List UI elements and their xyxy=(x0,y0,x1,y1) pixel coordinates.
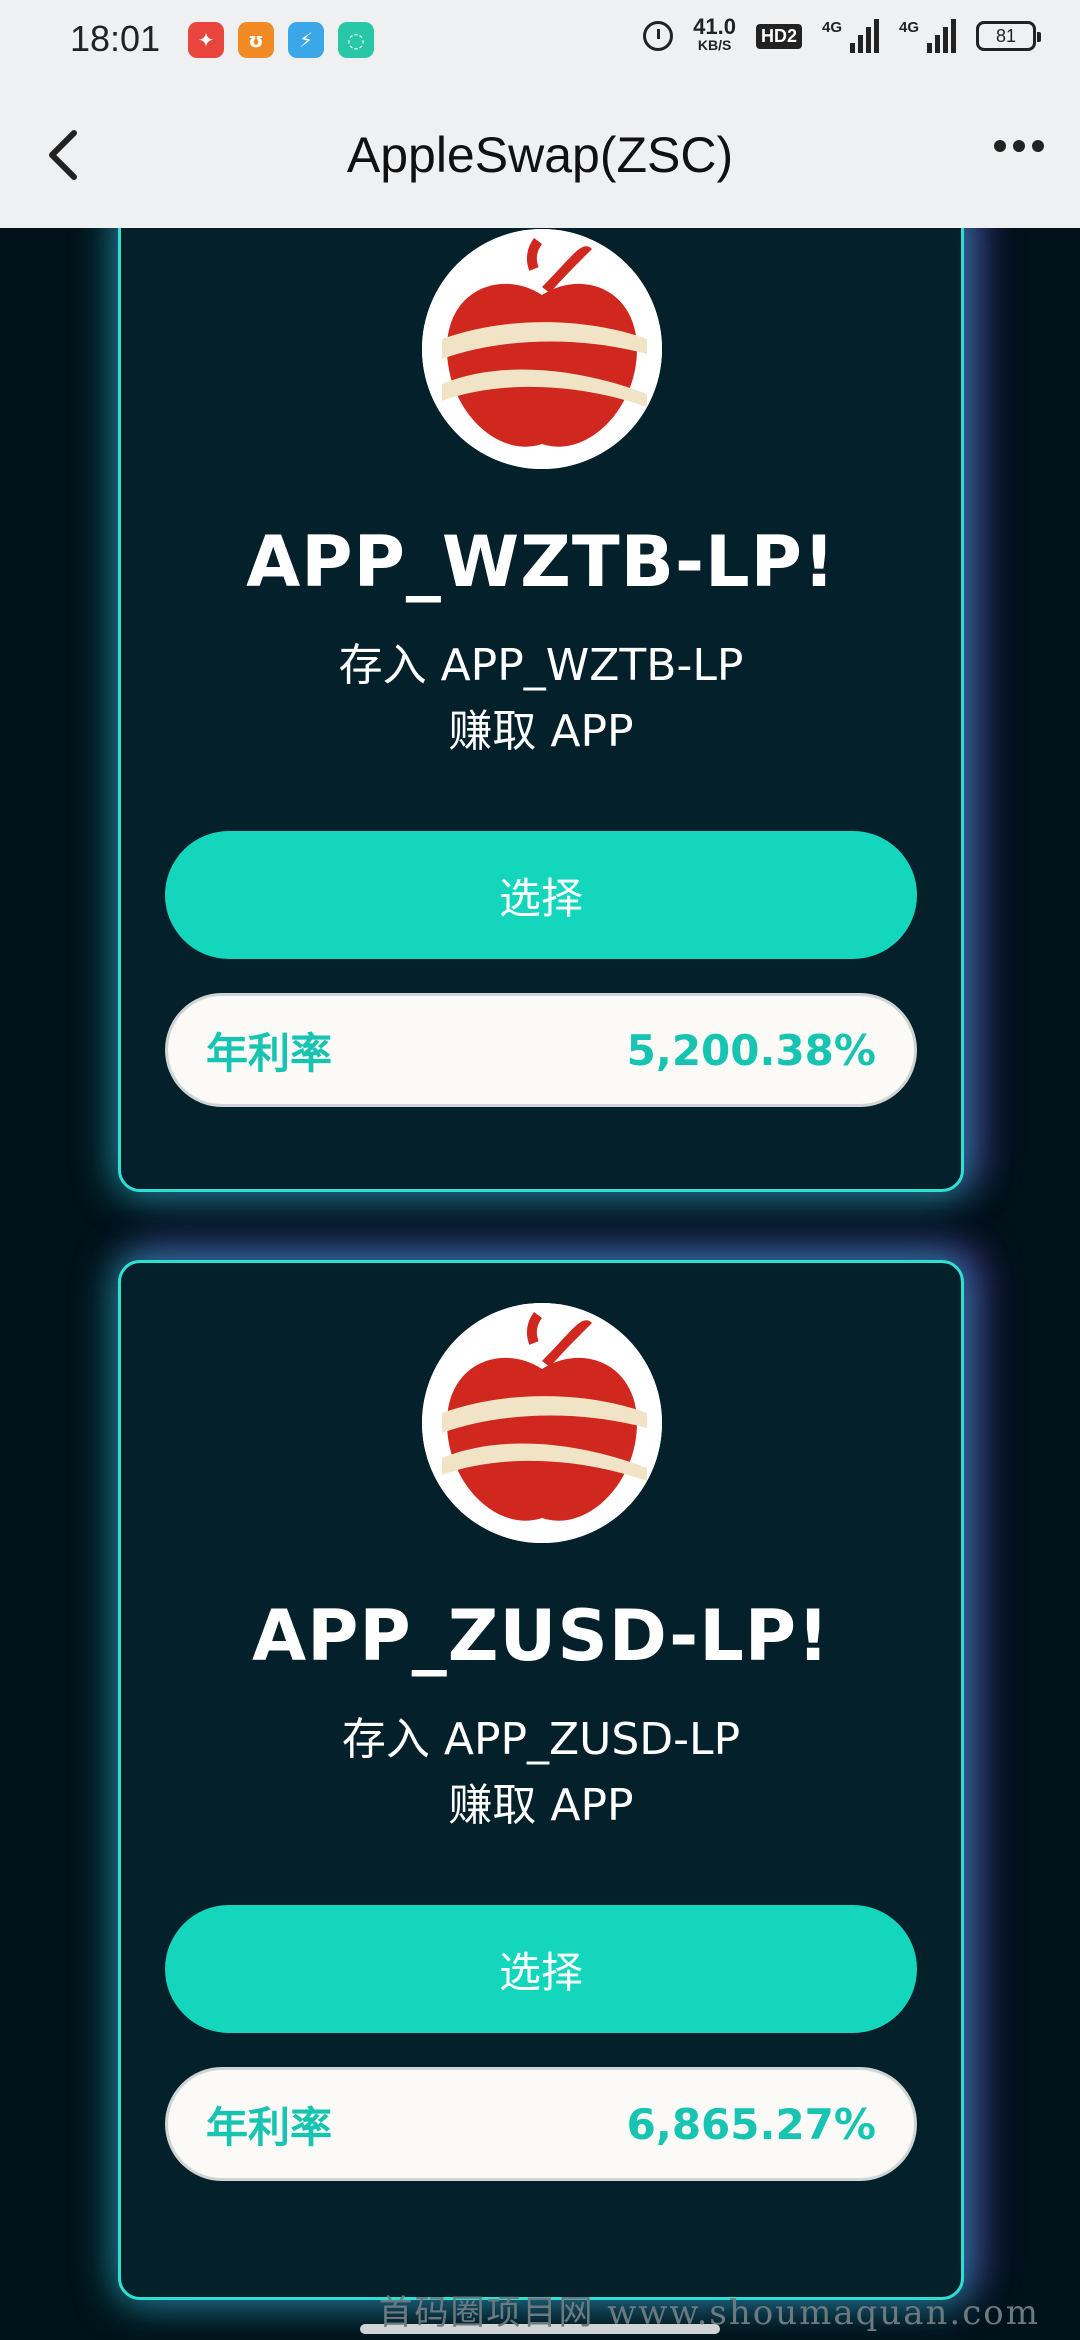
watermark-text: 首码圈项目网 www.shoumaquan.com xyxy=(378,2293,1040,2333)
chat-app-icon: ◌ xyxy=(338,22,374,58)
more-options-button[interactable] xyxy=(994,140,1044,152)
select-button[interactable]: 选择 xyxy=(165,831,917,959)
more-dot-icon xyxy=(994,140,1006,152)
status-bar: 18:01 ✦ ʊ ⚡ ◌ 41.0 KB/S HD2 4G 4G 81 xyxy=(0,0,1080,82)
page-title: AppleSwap(ZSC) xyxy=(346,127,734,183)
network-speed: 41.0 KB/S xyxy=(693,14,736,54)
signal-4g-icon-2: 4G xyxy=(899,19,956,53)
apr-value: 5,200.38% xyxy=(626,1025,876,1075)
pool-description: 存入 APP_ZUSD-LP 赚取 APP xyxy=(121,1707,961,1839)
earn-text: 赚取 APP xyxy=(448,706,634,757)
chevron-left-icon xyxy=(49,130,77,180)
hd-voice-icon: HD2 xyxy=(755,23,802,49)
nav-bar: AppleSwap(ZSC) xyxy=(0,82,1080,228)
back-button[interactable] xyxy=(36,127,92,183)
battery-icon: 81 xyxy=(976,21,1041,51)
pool-card: APP_ZUSD-LP! 存入 APP_ZUSD-LP 赚取 APP 选择 年利… xyxy=(118,1260,964,2300)
notification-app-icon: ✦ xyxy=(188,22,224,58)
apple-logo-icon xyxy=(422,1303,662,1543)
apr-label: 年利率 xyxy=(206,2102,333,2152)
notification-icons: ✦ ʊ ⚡ ◌ xyxy=(188,22,374,58)
bolt-app-icon: ⚡ xyxy=(288,22,324,58)
apple-logo-icon xyxy=(422,229,662,469)
pool-title: APP_WZTB-LP! xyxy=(246,521,836,603)
deposit-text: 存入 APP_WZTB-LP xyxy=(338,640,744,691)
status-indicators: 41.0 KB/S HD2 4G 4G 81 xyxy=(643,14,1041,54)
uc-browser-icon: ʊ xyxy=(238,22,274,58)
apr-label: 年利率 xyxy=(206,1028,333,1078)
pool-title: APP_ZUSD-LP! xyxy=(251,1595,831,1677)
status-time: 18:01 xyxy=(70,18,161,59)
more-dot-icon xyxy=(1013,140,1025,152)
earn-text: 赚取 APP xyxy=(448,1780,634,1831)
more-dot-icon xyxy=(1032,140,1044,152)
alarm-icon xyxy=(643,21,674,51)
pool-list[interactable]: APP_WZTB-LP! 存入 APP_WZTB-LP 赚取 APP 选择 年利… xyxy=(0,228,1080,2340)
select-button[interactable]: 选择 xyxy=(165,1905,917,2033)
apr-display: 年利率 5,200.38% xyxy=(165,993,917,1107)
apr-display: 年利率 6,865.27% xyxy=(165,2067,917,2181)
deposit-text: 存入 APP_ZUSD-LP xyxy=(341,1714,741,1765)
apr-value: 6,865.27% xyxy=(626,2099,876,2149)
pool-card: APP_WZTB-LP! 存入 APP_WZTB-LP 赚取 APP 选择 年利… xyxy=(118,228,964,1192)
pool-description: 存入 APP_WZTB-LP 赚取 APP xyxy=(121,633,961,765)
signal-4g-icon: 4G xyxy=(822,19,879,53)
